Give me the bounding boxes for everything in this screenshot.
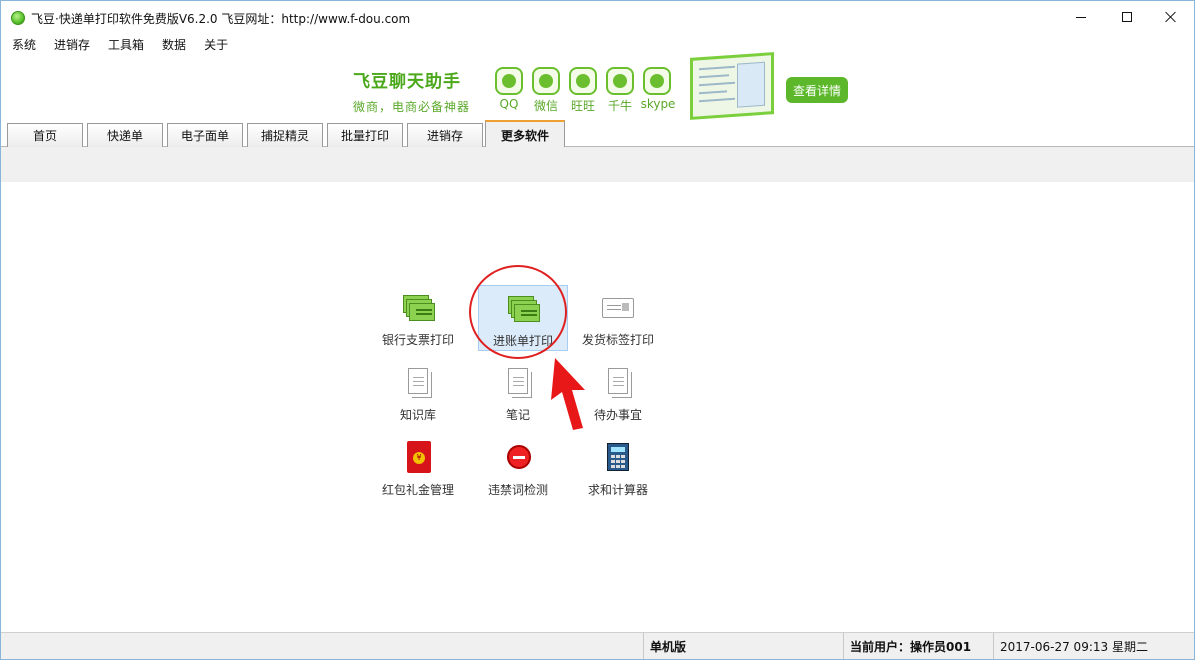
tab-inventory[interactable]: 进销存: [407, 123, 483, 147]
maximize-button[interactable]: [1104, 1, 1150, 33]
menu-toolbox[interactable]: 工具箱: [108, 36, 144, 53]
tab-toolbar-strip: [1, 147, 1194, 182]
view-details-button[interactable]: 查看详情: [786, 77, 848, 103]
tool-label: 求和计算器: [587, 483, 648, 497]
tab-more-software[interactable]: 更多软件: [485, 120, 565, 148]
tool-label: 红包礼金管理: [381, 483, 454, 497]
knowledge-base-icon: [401, 366, 435, 400]
bank-check-icon: [401, 291, 435, 325]
app-label-qianniu: 千牛: [607, 99, 632, 113]
app-label-skype: skype: [640, 97, 676, 111]
close-icon: [1165, 11, 1177, 23]
maximize-icon: [1122, 12, 1132, 22]
menu-data[interactable]: 数据: [162, 36, 186, 53]
tab-capture-wizard[interactable]: 捕捉精灵: [247, 123, 323, 147]
red-envelope-icon: [401, 441, 435, 475]
tab-batch-print[interactable]: 批量打印: [327, 123, 403, 147]
promo-banner[interactable]: 飞豆聊天助手 微商，电商必备神器 QQ 微信 旺旺 千牛 skype 查看详情: [1, 52, 1194, 120]
tool-red-envelope-manager[interactable]: 红包礼金管理: [373, 435, 463, 501]
window-title: 飞豆·快递单打印软件免费版V6.2.0 飞豆网址：http://www.f-do…: [31, 12, 411, 26]
minimize-button[interactable]: [1058, 1, 1104, 33]
menu-bar: 系统 进销存 工具箱 数据 关于: [1, 33, 1194, 55]
main-tabs: 首页 快递单 电子面单 捕捉精灵 批量打印 进销存 更多软件: [1, 119, 1194, 148]
tool-knowledge-base[interactable]: 知识库: [373, 360, 463, 426]
close-button[interactable]: [1148, 1, 1194, 33]
wangwang-icon: [569, 67, 597, 95]
status-bar: 单机版 当前用户：操作员001 2017-06-27 09:13 星期二: [1, 632, 1194, 659]
skype-icon: [643, 67, 671, 95]
tool-label: 银行支票打印: [381, 333, 454, 347]
tool-label: 笔记: [505, 408, 530, 422]
tool-bank-check-print[interactable]: 银行支票打印: [373, 285, 463, 351]
app-screenshot-thumbnail: [690, 52, 774, 120]
forbidden-icon: [501, 441, 535, 475]
app-label-qq: QQ: [499, 97, 519, 111]
tool-label: 发货标签打印: [581, 333, 654, 347]
tab-home[interactable]: 首页: [7, 123, 83, 147]
banner-title: 飞豆聊天助手: [353, 72, 461, 92]
menu-about[interactable]: 关于: [204, 36, 228, 53]
app-window: 飞豆·快递单打印软件免费版V6.2.0 飞豆网址：http://www.f-do…: [0, 0, 1195, 660]
menu-system[interactable]: 系统: [12, 36, 36, 53]
tool-label: 待办事宜: [593, 408, 642, 422]
shipping-label-icon: [601, 291, 635, 325]
tool-forbidden-word-check[interactable]: 违禁词检测: [473, 435, 563, 501]
status-edition: 单机版: [643, 633, 843, 659]
wechat-icon: [532, 67, 560, 95]
app-label-wangwang: 旺旺: [570, 99, 595, 113]
tab-express-waybill[interactable]: 快递单: [87, 123, 163, 147]
tool-label: 知识库: [399, 408, 436, 422]
qq-icon: [495, 67, 523, 95]
annotation-circle: [469, 265, 567, 359]
minimize-icon: [1076, 16, 1086, 18]
tab-e-waybill[interactable]: 电子面单: [167, 123, 243, 147]
status-datetime: 2017-06-27 09:13 星期二: [993, 633, 1194, 659]
tool-sum-calculator[interactable]: 求和计算器: [573, 435, 663, 501]
status-current-user: 当前用户：操作员001: [843, 633, 993, 659]
title-bar: 飞豆·快递单打印软件免费版V6.2.0 飞豆网址：http://www.f-do…: [1, 1, 1194, 33]
todo-icon: [601, 366, 635, 400]
notes-icon: [501, 366, 535, 400]
tool-label: 违禁词检测: [487, 483, 548, 497]
banner-subtitle: 微商，电商必备神器: [353, 100, 471, 114]
tool-shipping-label-print[interactable]: 发货标签打印: [573, 285, 663, 351]
annotation-arrow-icon: [551, 358, 585, 430]
app-label-wechat: 微信: [533, 99, 558, 113]
calculator-icon: [601, 441, 635, 475]
menu-inventory[interactable]: 进销存: [54, 36, 90, 53]
app-logo-icon: [11, 11, 25, 25]
qianniu-icon: [606, 67, 634, 95]
